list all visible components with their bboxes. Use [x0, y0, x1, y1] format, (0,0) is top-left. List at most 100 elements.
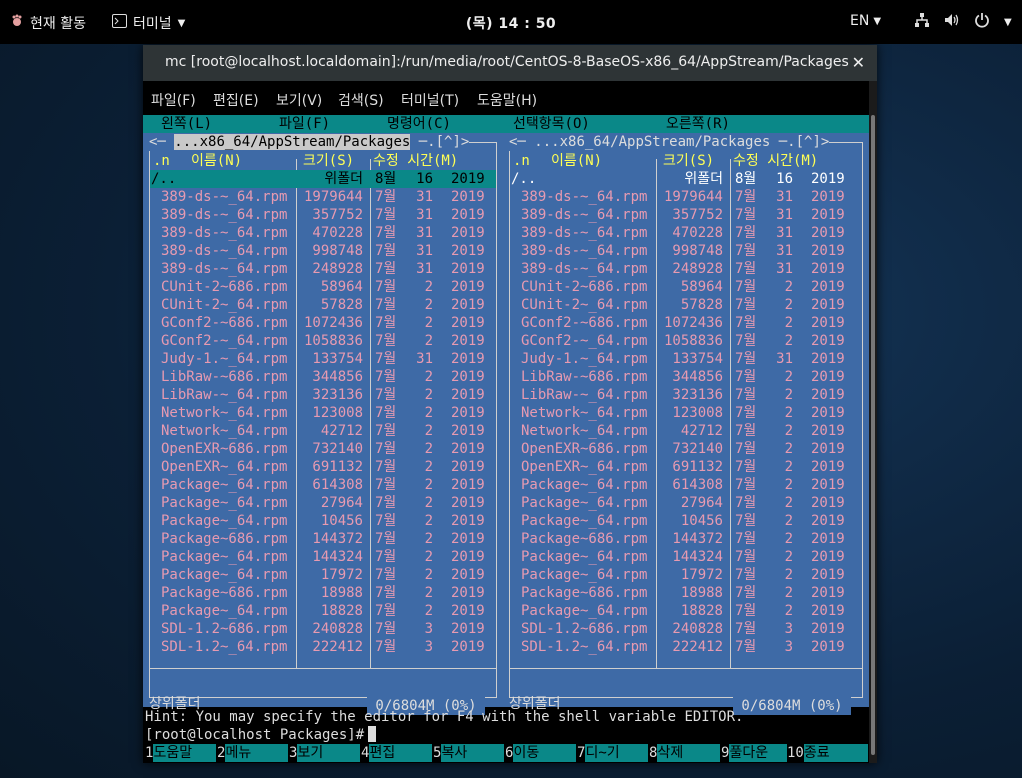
mc-menu-file[interactable]: 파일(F) [279, 115, 330, 133]
file-row[interactable]: CUnit-2~686.rpm 58964 7월 2 2019 [510, 278, 862, 296]
file-row[interactable]: Network~_64.rpm 42712 7월 2 2019 [510, 422, 862, 440]
panel-path-bar[interactable]: <─ ...x86_64/AppStream/Packages ─.[^]> [149, 133, 470, 151]
menu-help[interactable]: 도움말(H) [477, 90, 537, 110]
file-row[interactable]: 389-ds-~_64.rpm 248928 7월 31 2019 [510, 260, 862, 278]
mc-menu-right[interactable]: 오른쪽(R) [666, 115, 730, 133]
fkey-2[interactable]: 2메뉴 [217, 744, 289, 762]
col-header-name[interactable]: 이름(N) [191, 152, 242, 170]
file-row[interactable]: 389-ds-~_64.rpm 998748 7월 31 2019 [510, 242, 862, 260]
terminal-area[interactable]: 파일(F) 편집(E) 보기(V) 검색(S) 터미널(T) 도움말(H) 왼쪽… [143, 81, 869, 763]
file-row[interactable]: CUnit-2~686.rpm 58964 7월 2 2019 [150, 278, 496, 296]
file-row[interactable]: LibRaw-~_64.rpm 323136 7월 2 2019 [150, 386, 496, 404]
file-row[interactable]: 389-ds-~_64.rpm 248928 7월 31 2019 [150, 260, 496, 278]
col-header-size[interactable]: 크기(S) [303, 152, 354, 170]
file-row[interactable]: Package~_64.rpm 18828 7월 2 2019 [150, 602, 496, 620]
file-row[interactable]: Package~_64.rpm 614308 7월 2 2019 [150, 476, 496, 494]
col-header-n[interactable]: .n [513, 152, 530, 170]
file-row[interactable]: SDL-1.2~_64.rpm 222412 7월 3 2019 [510, 638, 862, 656]
file-row[interactable]: SDL-1.2~686.rpm 240828 7월 3 2019 [150, 620, 496, 638]
fkey-1[interactable]: 1도움말 [145, 744, 217, 762]
file-row[interactable]: Package~_64.rpm 27964 7월 2 2019 [510, 494, 862, 512]
clock[interactable]: (목) 14 : 50 [466, 16, 556, 32]
file-row[interactable]: Package~_64.rpm 17972 7월 2 2019 [150, 566, 496, 584]
file-row[interactable]: 389-ds-~_64.rpm 998748 7월 31 2019 [150, 242, 496, 260]
file-row[interactable]: OpenEXR~686.rpm 732140 7월 2 2019 [150, 440, 496, 458]
file-row[interactable]: CUnit-2~_64.rpm 57828 7월 2 2019 [510, 296, 862, 314]
path-suffix[interactable]: ─.[^]> [770, 134, 830, 150]
left-panel[interactable]: <─ ...x86_64/AppStream/Packages ─.[^]> .n… [143, 133, 503, 715]
file-row[interactable]: Package~_64.rpm 10456 7월 2 2019 [150, 512, 496, 530]
col-header-mtime[interactable]: 수정 시간(M) [733, 152, 818, 170]
file-row[interactable]: LibRaw-~686.rpm 344856 7월 2 2019 [510, 368, 862, 386]
fkey-4[interactable]: 4편집 [361, 744, 433, 762]
mc-menu-left[interactable]: 왼쪽(L) [161, 115, 212, 133]
menu-search[interactable]: 검색(S) [338, 90, 384, 110]
file-row[interactable]: Package~686.rpm 144372 7월 2 2019 [510, 530, 862, 548]
system-tray[interactable]: ▼ [914, 12, 1012, 32]
close-icon[interactable]: ✕ [852, 53, 865, 72]
right-panel[interactable]: <─ ...x86_64/AppStream/Packages ─.[^]> .n… [503, 133, 869, 715]
terminal-scrollbar[interactable] [869, 81, 877, 763]
col-header-mtime[interactable]: 수정 시간(M) [373, 152, 458, 170]
file-row[interactable]: CUnit-2~_64.rpm 57828 7월 2 2019 [150, 296, 496, 314]
file-row[interactable]: OpenEXR~686.rpm 732140 7월 2 2019 [510, 440, 862, 458]
file-row[interactable]: LibRaw-~_64.rpm 323136 7월 2 2019 [510, 386, 862, 404]
file-row[interactable]: Package~686.rpm 144372 7월 2 2019 [150, 530, 496, 548]
fkey-3[interactable]: 3보기 [289, 744, 361, 762]
mc-menu-options[interactable]: 선택항목(O) [513, 115, 590, 133]
activities-button[interactable]: 현재 활동 [10, 13, 86, 33]
mc-menu-command[interactable]: 명령어(C) [387, 115, 451, 133]
file-row[interactable]: Network~_64.rpm 42712 7월 2 2019 [150, 422, 496, 440]
file-row[interactable]: Judy-1.~_64.rpm 133754 7월 31 2019 [150, 350, 496, 368]
file-row[interactable]: Network~_64.rpm 123008 7월 2 2019 [150, 404, 496, 422]
file-row[interactable]: SDL-1.2~_64.rpm 222412 7월 3 2019 [150, 638, 496, 656]
file-row[interactable]: Package~_64.rpm 27964 7월 2 2019 [150, 494, 496, 512]
window-titlebar[interactable]: mc [root@localhost.localdomain]:/run/med… [143, 45, 877, 81]
fkey-8[interactable]: 8삭제 [649, 744, 721, 762]
file-row[interactable]: 389-ds-~_64.rpm 470228 7월 31 2019 [150, 224, 496, 242]
file-row[interactable]: Package~_64.rpm 614308 7월 2 2019 [510, 476, 862, 494]
col-header-n[interactable]: .n [153, 152, 170, 170]
updir-row[interactable]: /.. 위폴더 8월 16 2019 [150, 170, 496, 188]
fkey-9[interactable]: 9풀다운 [721, 744, 793, 762]
file-row[interactable]: GConf2-~_64.rpm 1058836 7월 2 2019 [150, 332, 496, 350]
fkey-5[interactable]: 5복사 [433, 744, 505, 762]
file-row[interactable]: 389-ds-~_64.rpm 357752 7월 31 2019 [510, 206, 862, 224]
file-row[interactable]: GConf2-~686.rpm 1072436 7월 2 2019 [150, 314, 496, 332]
file-row[interactable]: OpenEXR~_64.rpm 691132 7월 2 2019 [150, 458, 496, 476]
menu-view[interactable]: 보기(V) [276, 90, 322, 110]
file-row[interactable]: 389-ds-~_64.rpm 470228 7월 31 2019 [510, 224, 862, 242]
menu-edit[interactable]: 편집(E) [213, 90, 259, 110]
file-row[interactable]: SDL-1.2~686.rpm 240828 7월 3 2019 [510, 620, 862, 638]
fkey-10[interactable]: 10종료 [787, 744, 868, 762]
path-suffix[interactable]: ─.[^]> [410, 134, 470, 150]
input-language-button[interactable]: EN ▼ [850, 13, 881, 29]
file-row[interactable]: Package~_64.rpm 144324 7월 2 2019 [150, 548, 496, 566]
menu-terminal[interactable]: 터미널(T) [401, 90, 459, 110]
fkey-6[interactable]: 6이동 [505, 744, 577, 762]
file-row[interactable]: 389-ds-~_64.rpm 1979644 7월 31 2019 [510, 188, 862, 206]
file-row[interactable]: Package~_64.rpm 144324 7월 2 2019 [510, 548, 862, 566]
file-row[interactable]: Package~_64.rpm 17972 7월 2 2019 [510, 566, 862, 584]
file-row[interactable]: GConf2-~686.rpm 1072436 7월 2 2019 [510, 314, 862, 332]
fkey-7[interactable]: 7디~기 [577, 744, 649, 762]
file-row[interactable]: 389-ds-~_64.rpm 1979644 7월 31 2019 [150, 188, 496, 206]
file-row[interactable]: Package~_64.rpm 18828 7월 2 2019 [510, 602, 862, 620]
file-row[interactable]: Package~_64.rpm 10456 7월 2 2019 [510, 512, 862, 530]
menu-file[interactable]: 파일(F) [151, 90, 196, 110]
file-row[interactable]: Package~686.rpm 18988 7월 2 2019 [510, 584, 862, 602]
updir-row[interactable]: /.. 위폴더 8월 16 2019 [510, 170, 862, 188]
panel-path-bar[interactable]: <─ ...x86_64/AppStream/Packages ─.[^]> [509, 133, 830, 151]
col-header-name[interactable]: 이름(N) [551, 152, 602, 170]
app-menu-button[interactable]: 터미널 ▼ [112, 13, 185, 33]
file-row[interactable]: Judy-1.~_64.rpm 133754 7월 31 2019 [510, 350, 862, 368]
file-row[interactable]: GConf2-~_64.rpm 1058836 7월 2 2019 [510, 332, 862, 350]
file-row[interactable]: LibRaw-~686.rpm 344856 7월 2 2019 [150, 368, 496, 386]
file-row[interactable]: OpenEXR~_64.rpm 691132 7월 2 2019 [510, 458, 862, 476]
shell-prompt[interactable]: [root@localhost Packages]# [145, 726, 377, 744]
file-row[interactable]: 389-ds-~_64.rpm 357752 7월 31 2019 [150, 206, 496, 224]
file-row[interactable]: Network~_64.rpm 123008 7월 2 2019 [510, 404, 862, 422]
file-row[interactable]: Package~686.rpm 18988 7월 2 2019 [150, 584, 496, 602]
scrollbar-thumb[interactable] [871, 115, 875, 755]
col-header-size[interactable]: 크기(S) [663, 152, 714, 170]
